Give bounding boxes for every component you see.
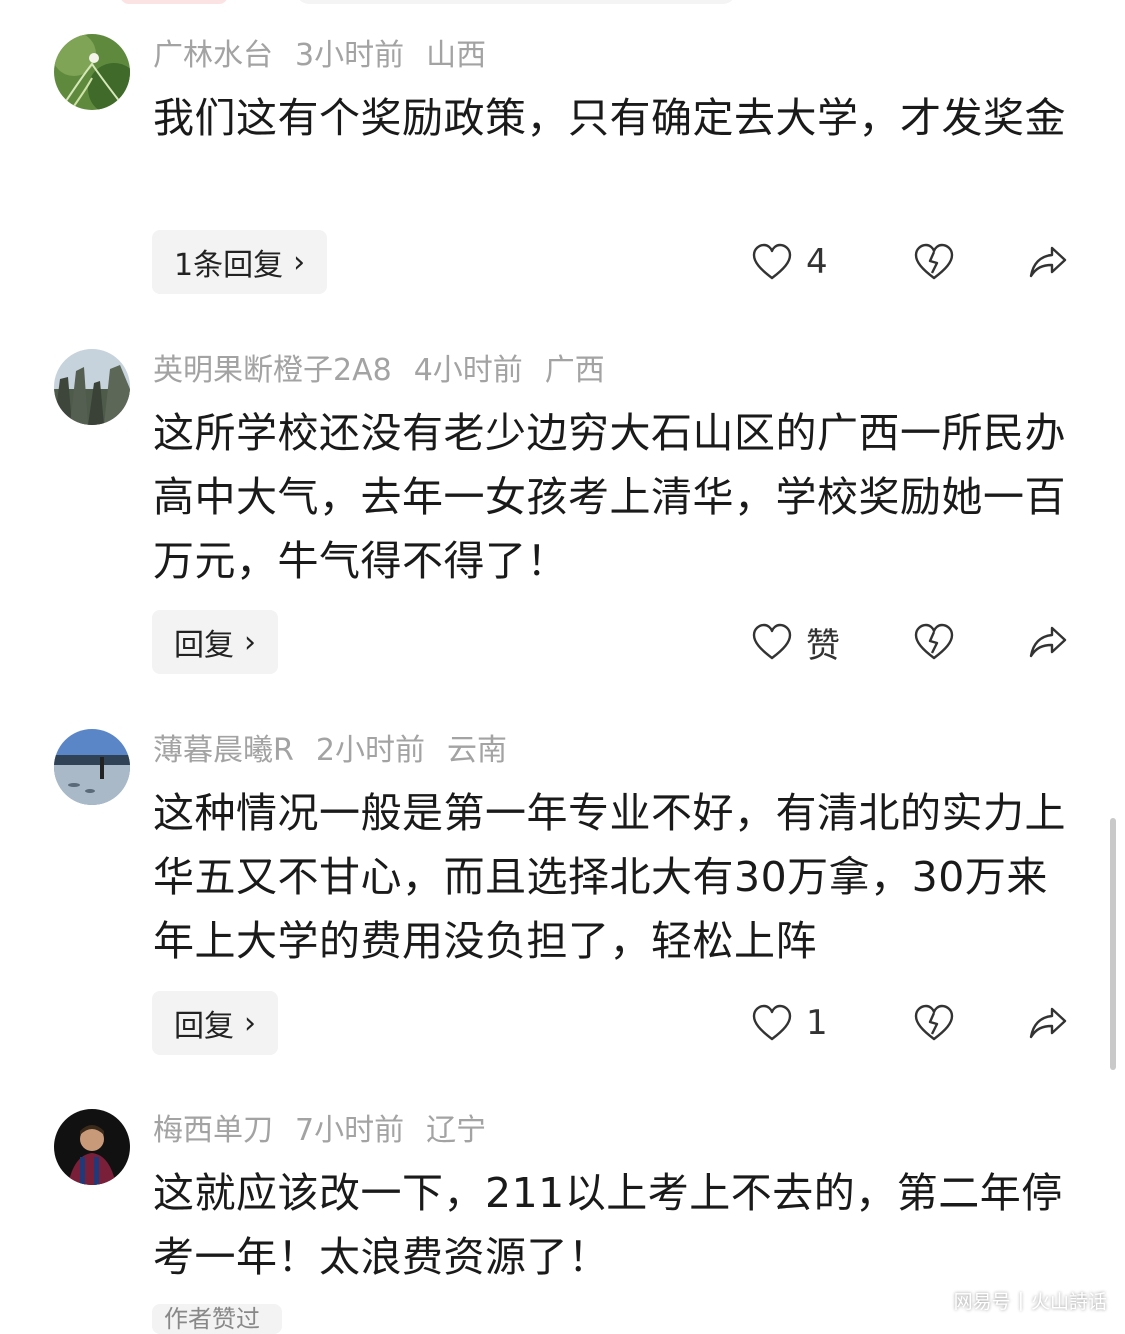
comment-time: 2小时前 — [315, 733, 425, 768]
heart-icon — [752, 243, 792, 280]
comment-meta: 英明果断橙子2A8 4小时前 广西 — [153, 351, 627, 391]
avatar[interactable] — [54, 34, 130, 110]
comment-text: 这就应该改一下，211以上考上不去的，第二年停考一年！太浪费资源了！ — [153, 1169, 1063, 1281]
scrollbar[interactable] — [1110, 818, 1116, 1070]
avatar[interactable] — [54, 729, 130, 805]
like-count: 赞 — [806, 625, 840, 666]
avatar[interactable] — [54, 349, 130, 425]
comment-text: 这种情况一般是第一年专业不好，有清北的实力上华五又不甘心，而且选择北大有30万拿… — [153, 789, 1066, 965]
dislike-button[interactable] — [914, 610, 954, 674]
avatar[interactable] — [54, 1109, 130, 1185]
heart-icon — [752, 623, 792, 660]
broken-heart-icon — [914, 243, 954, 280]
share-icon — [1029, 246, 1067, 278]
comment-meta: 薄暮晨曦R 2小时前 云南 — [153, 731, 529, 771]
dislike-button[interactable] — [914, 230, 954, 294]
comment-location: 广西 — [544, 353, 605, 388]
heart-icon — [752, 1004, 792, 1041]
share-icon — [1029, 1007, 1067, 1039]
like-count: 4 — [806, 242, 828, 282]
username[interactable]: 广林水台 — [153, 38, 273, 73]
share-button[interactable] — [1028, 991, 1068, 1055]
comment-time: 4小时前 — [413, 353, 523, 388]
like-button[interactable]: 1 — [752, 991, 828, 1055]
comment-text: 我们这有个奖励政策，只有确定去大学，才发奖金 — [153, 94, 1066, 142]
like-button[interactable]: 赞 — [752, 610, 840, 674]
share-icon — [1029, 626, 1067, 658]
watermark-brand: 网易号 — [953, 1290, 1011, 1313]
watermark-divider: | — [1017, 1289, 1024, 1311]
broken-heart-icon — [914, 1004, 954, 1041]
username[interactable]: 薄暮晨曦R — [153, 733, 294, 768]
broken-heart-icon — [914, 623, 954, 660]
like-button[interactable]: 4 — [752, 230, 828, 294]
comment-actions: 4 — [0, 230, 1125, 294]
top-search-bar-edge — [296, 0, 736, 4]
dislike-button[interactable] — [914, 991, 954, 1055]
comment-time: 7小时前 — [295, 1113, 405, 1148]
share-button[interactable] — [1028, 610, 1068, 674]
comment-meta: 梅西单刀 7小时前 辽宁 — [153, 1111, 508, 1151]
author-liked-badge: 作者赞过 — [152, 1304, 282, 1334]
comment-location: 云南 — [446, 733, 507, 768]
comment-location: 山西 — [426, 38, 487, 73]
username[interactable]: 英明果断橙子2A8 — [153, 353, 392, 388]
watermark-account: 火山詩话 — [1030, 1290, 1107, 1313]
comment-time: 3小时前 — [295, 38, 405, 73]
comment-actions: 赞 — [0, 610, 1125, 674]
comment-actions: 1 — [0, 991, 1125, 1055]
share-button[interactable] — [1028, 230, 1068, 294]
comment-location: 辽宁 — [426, 1113, 487, 1148]
top-tab-indicator — [120, 0, 228, 4]
comment-meta: 广林水台 3小时前 山西 — [153, 36, 508, 76]
watermark: 网易号 | 火山詩话 — [954, 1287, 1107, 1313]
username[interactable]: 梅西单刀 — [153, 1113, 273, 1148]
comment-text: 这所学校还没有老少边穷大石山区的广西一所民办高中大气，去年一女孩考上清华，学校奖… — [153, 409, 1066, 585]
like-count: 1 — [806, 1003, 828, 1043]
